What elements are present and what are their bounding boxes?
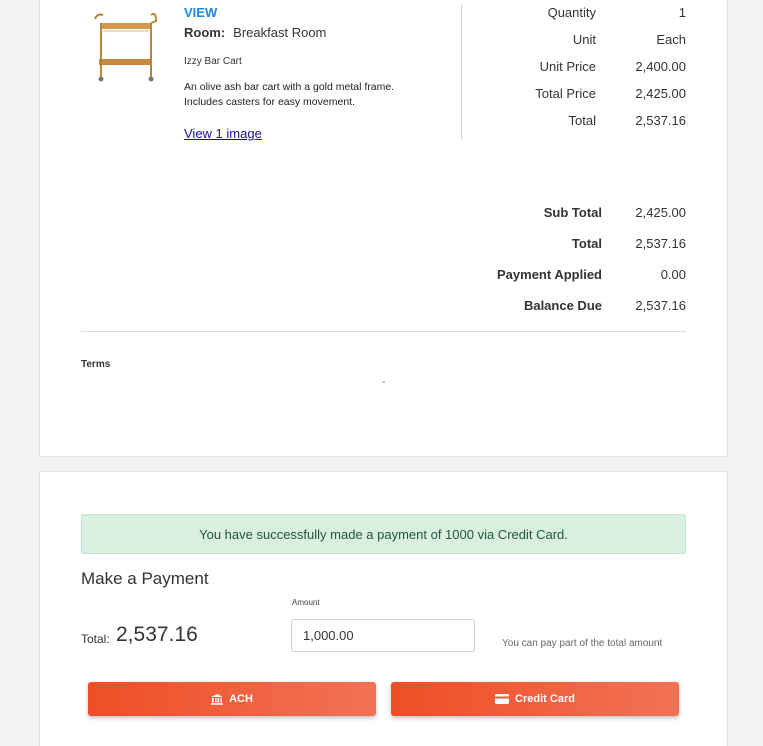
sub-total-value: 2,425.00 — [635, 205, 686, 220]
sub-total-label: Sub Total — [543, 205, 602, 220]
amount-input[interactable] — [291, 619, 475, 652]
unit-label: Unit — [572, 32, 596, 47]
room-info: Room: Breakfast Room — [184, 25, 326, 40]
quantity-label: Quantity — [547, 5, 596, 20]
item-total-label: Total — [568, 113, 596, 128]
payment-total-value: 2,537.16 — [116, 623, 198, 646]
item-name: Izzy Bar Cart — [184, 56, 242, 67]
payment-applied-label: Payment Applied — [497, 267, 602, 282]
ach-button[interactable]: ACH — [88, 682, 376, 716]
grand-total-value: 2,537.16 — [635, 236, 686, 251]
partial-payment-hint: You can pay part of the total amount — [502, 638, 663, 649]
room-value: Breakfast Room — [233, 25, 327, 40]
view-images-link[interactable]: View 1 image — [184, 126, 262, 141]
balance-due-label: Balance Due — [523, 298, 602, 313]
payment-card: You have successfully made a payment of … — [39, 471, 728, 746]
payment-total-label: Total: — [81, 632, 110, 646]
amount-label: Amount — [292, 598, 320, 607]
unit-price-label: Unit Price — [539, 59, 596, 74]
bar-cart-image — [93, 9, 159, 83]
credit-card-button[interactable]: Credit Card — [391, 682, 679, 716]
balance-due-value: 2,537.16 — [635, 298, 686, 313]
section-divider — [81, 331, 686, 332]
terms-value: - — [382, 377, 386, 388]
invoice-item-card: VIEW Room: Breakfast Room Izzy Bar Cart A… — [39, 0, 728, 457]
room-label: Room: — [184, 25, 226, 40]
quantity-value: 1 — [678, 5, 686, 20]
total-price-value: 2,425.00 — [635, 86, 686, 101]
terms-label: Terms — [81, 359, 111, 370]
unit-value: Each — [656, 32, 686, 47]
view-link[interactable]: VIEW — [184, 5, 217, 20]
credit-card-button-label: Credit Card — [515, 693, 575, 705]
payment-applied-value: 0.00 — [660, 267, 686, 282]
credit-card-icon — [495, 694, 510, 704]
unit-price-value: 2,400.00 — [635, 59, 686, 74]
item-total-value: 2,537.16 — [635, 113, 686, 128]
grand-total-label: Total — [571, 236, 602, 251]
payment-success-alert: You have successfully made a payment of … — [81, 514, 686, 554]
item-description: An olive ash bar cart with a gold metal … — [184, 81, 395, 108]
ach-button-label: ACH — [229, 693, 253, 705]
total-price-label: Total Price — [535, 86, 596, 101]
bank-icon — [211, 693, 224, 705]
make-payment-title: Make a Payment — [81, 569, 209, 588]
